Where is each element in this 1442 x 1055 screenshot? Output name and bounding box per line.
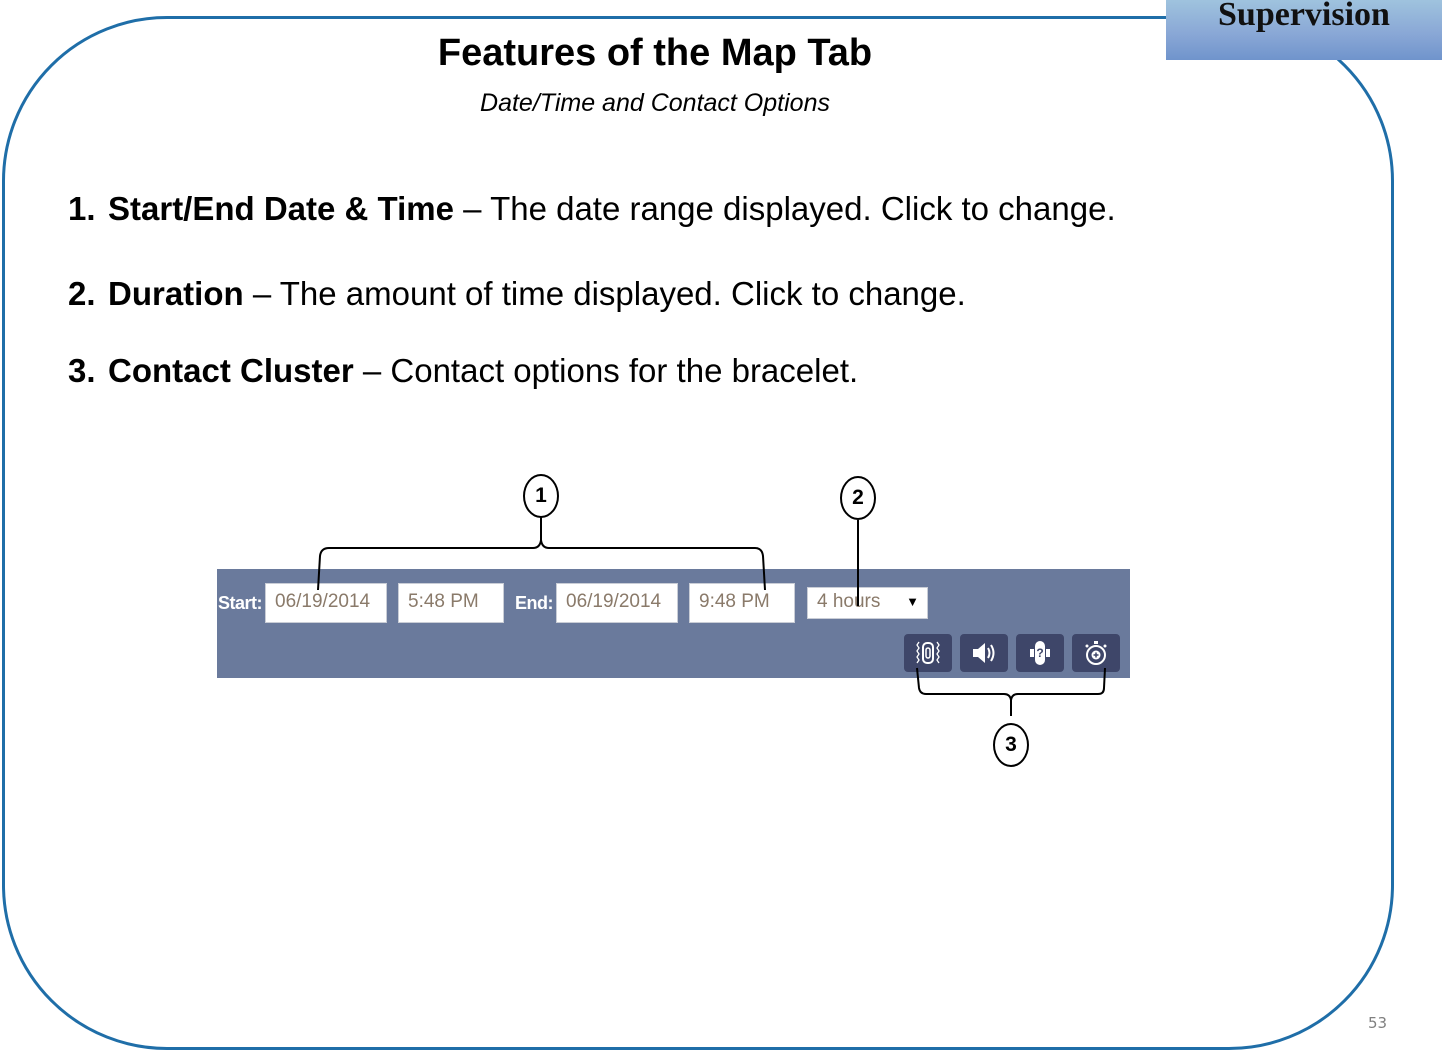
list-item: 3. Contact Cluster – Contact options for … — [68, 352, 858, 390]
end-label: End: — [515, 593, 554, 613]
svg-text:?: ? — [1036, 646, 1043, 660]
callout-badge-1: 1 — [523, 474, 559, 518]
item-description: – The date range displayed. Click to cha… — [453, 190, 1116, 227]
timer-button[interactable] — [1072, 634, 1120, 672]
list-item: 2. Duration – The amount of time displaye… — [68, 275, 966, 313]
dropdown-arrow-icon: ▼ — [906, 594, 919, 609]
item-description: – The amount of time displayed. Click to… — [243, 275, 966, 312]
sound-button[interactable] — [960, 634, 1008, 672]
callout-badge-2: 2 — [840, 476, 876, 520]
start-label: Start: — [218, 593, 263, 613]
vibrate-button[interactable] — [904, 634, 952, 672]
start-time-field[interactable]: 5:48 PM — [398, 583, 504, 623]
map-date-toolbar: Start: 06/19/2014 5:48 PM End: 06/19/201… — [217, 569, 1130, 678]
start-date-field[interactable]: 06/19/2014 — [265, 583, 387, 623]
locate-bracelet-icon: ? — [1030, 641, 1050, 665]
item-number: 1. — [68, 190, 96, 227]
item-term: Contact Cluster — [108, 352, 354, 389]
item-term: Duration — [108, 275, 244, 312]
stopwatch-add-icon — [1085, 641, 1107, 665]
slide-title: Features of the Map Tab — [437, 32, 873, 74]
slide-frame — [2, 16, 1394, 1050]
speaker-sound-icon — [973, 643, 995, 663]
slide-subtitle: Date/Time and Contact Options — [480, 89, 830, 117]
duration-value: 4 hours — [817, 591, 881, 612]
duration-select[interactable]: 4 hours ▼ — [807, 587, 928, 619]
page-number: 53 — [1368, 1014, 1388, 1032]
item-description: – Contact options for the bracelet. — [353, 352, 859, 389]
item-number: 2. — [68, 275, 96, 312]
item-term: Start/End Date & Time — [108, 190, 454, 227]
item-number: 3. — [68, 352, 96, 389]
callout-badge-3: 3 — [993, 723, 1029, 767]
list-item: 1. Start/End Date & Time – The date range… — [68, 190, 1116, 228]
vibrate-bracelet-icon — [916, 641, 940, 664]
locate-button[interactable]: ? — [1016, 634, 1064, 672]
end-date-field[interactable]: 06/19/2014 — [556, 583, 678, 623]
end-time-field[interactable]: 9:48 PM — [689, 583, 795, 623]
